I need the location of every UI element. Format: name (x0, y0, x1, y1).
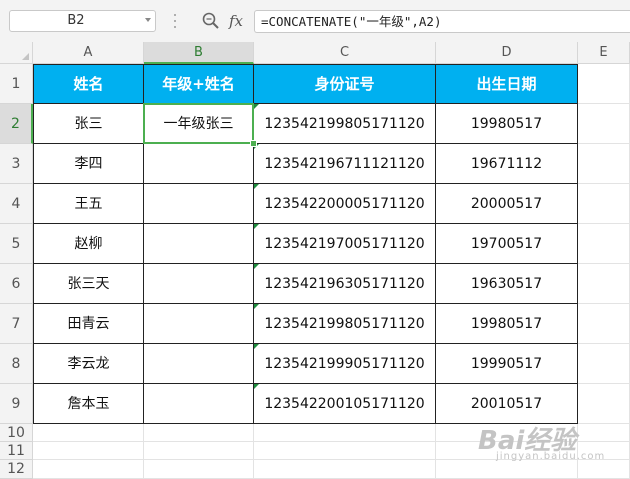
cell-a3[interactable]: 李四 (33, 144, 144, 184)
cell-a5[interactable]: 赵柳 (33, 224, 144, 264)
formula-input[interactable]: =CONCATENATE("一年级",A2) (254, 10, 630, 33)
zoom-icon[interactable] (201, 11, 221, 31)
formula-bar: B2 fx =CONCATENATE("一年级",A2) (0, 0, 630, 42)
cell-c9[interactable]: 123542200105171120 (254, 384, 436, 424)
header-cell-grade-name[interactable]: 年级+姓名 (144, 64, 254, 104)
cell-b3[interactable] (144, 144, 254, 184)
cell-a2[interactable]: 张三 (33, 104, 144, 144)
cell-c11[interactable] (254, 442, 436, 460)
cell-a6[interactable]: 张三天 (33, 264, 144, 304)
cell-c7-text: 123542199805171120 (264, 316, 425, 332)
cell-a4[interactable]: 王五 (33, 184, 144, 224)
column-header-b[interactable]: B (144, 42, 254, 64)
cell-e5[interactable] (578, 224, 630, 264)
cell-c6[interactable]: 123542196305171120 (254, 264, 436, 304)
cell-e9[interactable] (578, 384, 630, 424)
row-header-6[interactable]: 6 (0, 264, 33, 304)
cell-c5[interactable]: 123542197005171120 (254, 224, 436, 264)
cell-e8[interactable] (578, 344, 630, 384)
cell-c4[interactable]: 123542200005171120 (254, 184, 436, 224)
cell-c9-text: 123542200105171120 (264, 396, 425, 412)
drag-handle-icon[interactable] (172, 14, 178, 28)
cell-d5[interactable]: 19700517 (436, 224, 578, 264)
cell-c8-text: 123542199905171120 (264, 356, 425, 372)
error-indicator-icon (254, 344, 259, 349)
cell-c3-text: 123542196711121120 (264, 156, 425, 172)
header-cell-id-number[interactable]: 身份证号 (254, 64, 436, 104)
cell-c8[interactable]: 123542199905171120 (254, 344, 436, 384)
cell-e3[interactable] (578, 144, 630, 184)
cell-d2[interactable]: 19980517 (436, 104, 578, 144)
select-all-corner[interactable] (0, 42, 33, 64)
error-indicator-icon (254, 104, 259, 109)
row-header-5[interactable]: 5 (0, 224, 33, 264)
cell-b8[interactable] (144, 344, 254, 384)
row-header-8[interactable]: 8 (0, 344, 33, 384)
row-header-12[interactable]: 12 (0, 460, 33, 479)
row-header-10[interactable]: 10 (0, 424, 33, 442)
cell-b4[interactable] (144, 184, 254, 224)
cell-c10[interactable] (254, 424, 436, 442)
cell-e1[interactable] (578, 64, 630, 104)
fill-handle[interactable] (250, 140, 257, 147)
cell-b9[interactable] (144, 384, 254, 424)
row-header-3[interactable]: 3 (0, 144, 33, 184)
cell-e4[interactable] (578, 184, 630, 224)
column-header-d[interactable]: D (436, 42, 578, 64)
cell-b12[interactable] (144, 460, 254, 479)
cell-c3[interactable]: 123542196711121120 (254, 144, 436, 184)
cell-a12[interactable] (33, 460, 144, 479)
name-box[interactable]: B2 (9, 10, 156, 32)
cell-a9[interactable]: 詹本玉 (33, 384, 144, 424)
cell-c2-text: 123542199805171120 (264, 116, 425, 132)
chevron-down-icon[interactable] (145, 18, 151, 22)
cell-d7[interactable]: 19980517 (436, 304, 578, 344)
formula-text: =CONCATENATE("一年级",A2) (261, 14, 442, 29)
error-indicator-icon (254, 184, 259, 189)
row-header-11[interactable]: 11 (0, 442, 33, 460)
cell-d3[interactable]: 19671112 (436, 144, 578, 184)
cell-a7[interactable]: 田青云 (33, 304, 144, 344)
cell-b2[interactable]: 一年级张三 (144, 104, 254, 144)
cell-b5[interactable] (144, 224, 254, 264)
row-header-7[interactable]: 7 (0, 304, 33, 344)
cell-a8[interactable]: 李云龙 (33, 344, 144, 384)
cell-a10[interactable] (33, 424, 144, 442)
cell-c4-text: 123542200005171120 (264, 196, 425, 212)
error-indicator-icon (254, 384, 259, 389)
cell-d9[interactable]: 20010517 (436, 384, 578, 424)
row-header-1[interactable]: 1 (0, 64, 33, 104)
cell-b6[interactable] (144, 264, 254, 304)
row-header-2[interactable]: 2 (0, 104, 33, 144)
cell-d4[interactable]: 20000517 (436, 184, 578, 224)
cell-e6[interactable] (578, 264, 630, 304)
header-cell-birth-date[interactable]: 出生日期 (436, 64, 578, 104)
header-cell-name[interactable]: 姓名 (33, 64, 144, 104)
name-box-value: B2 (67, 13, 85, 28)
column-header-a[interactable]: A (33, 42, 144, 64)
cell-a11[interactable] (33, 442, 144, 460)
error-indicator-icon (254, 304, 259, 309)
cell-b11[interactable] (144, 442, 254, 460)
cell-c12[interactable] (254, 460, 436, 479)
cell-b10[interactable] (144, 424, 254, 442)
cell-e7[interactable] (578, 304, 630, 344)
column-header-e[interactable]: E (578, 42, 630, 64)
watermark-url: jingyan.baidu.com (496, 451, 606, 462)
column-header-c[interactable]: C (254, 42, 436, 64)
cell-e2[interactable] (578, 104, 630, 144)
cell-d8[interactable]: 19990517 (436, 344, 578, 384)
cell-c5-text: 123542197005171120 (264, 236, 425, 252)
error-indicator-icon (254, 224, 259, 229)
cell-c7[interactable]: 123542199805171120 (254, 304, 436, 344)
cell-d6[interactable]: 19630517 (436, 264, 578, 304)
cell-c6-text: 123542196305171120 (264, 276, 425, 292)
error-indicator-icon (254, 264, 259, 269)
cell-b7[interactable] (144, 304, 254, 344)
cell-c2[interactable]: 123542199805171120 (254, 104, 436, 144)
row-header-9[interactable]: 9 (0, 384, 33, 424)
row-header-4[interactable]: 4 (0, 184, 33, 224)
baidu-jingyan-watermark: Bai经验 jingyan.baidu.com (478, 420, 618, 468)
fx-icon[interactable]: fx (229, 10, 249, 32)
